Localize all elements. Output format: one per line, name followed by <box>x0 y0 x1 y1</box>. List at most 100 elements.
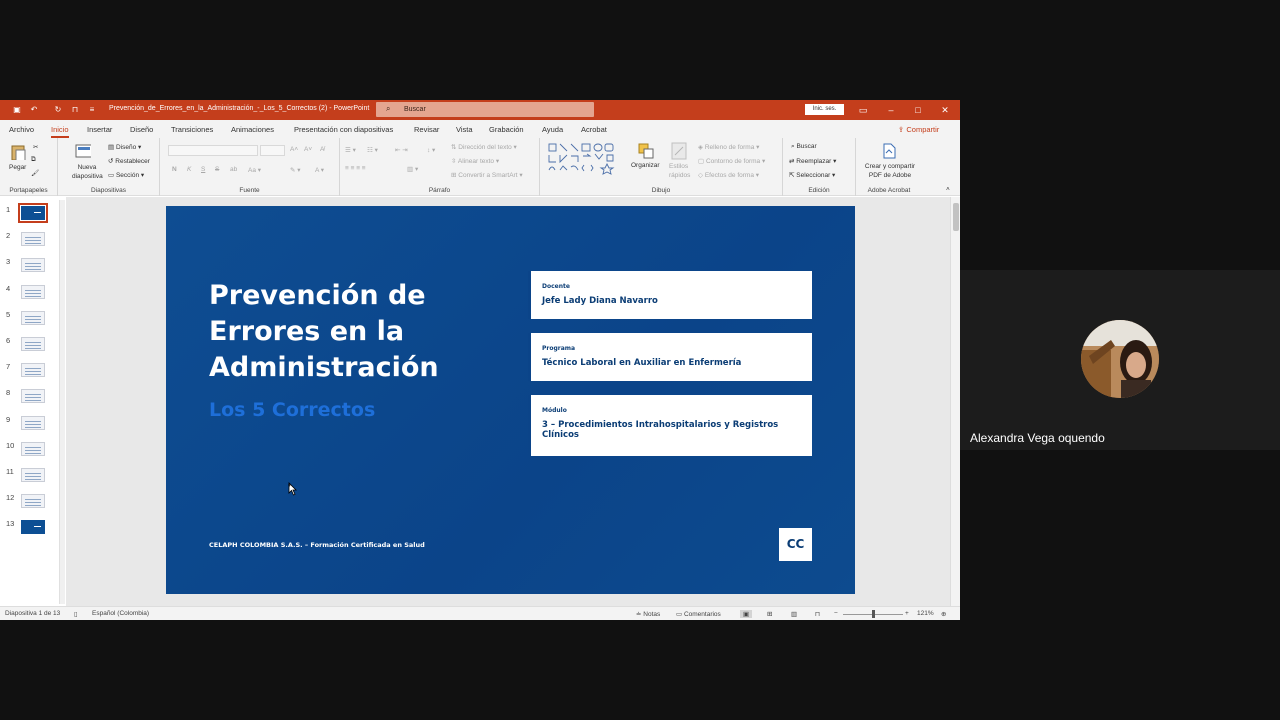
layout-button[interactable]: ▤ Diseño ▾ <box>108 143 141 151</box>
arrange-icon[interactable] <box>637 142 655 160</box>
columns-icon[interactable]: ▥ ▾ <box>407 165 418 173</box>
maximize-icon[interactable]: □ <box>911 103 925 117</box>
reading-view-icon[interactable]: ▥ <box>791 610 797 618</box>
slide-thumbnail[interactable] <box>21 363 45 378</box>
sign-in-button[interactable]: Inic. ses. <box>805 104 844 115</box>
slide-thumbnail[interactable] <box>21 337 45 351</box>
reset-button[interactable]: ↺ Restablecer <box>108 157 150 165</box>
slide-thumbnail[interactable] <box>21 389 45 404</box>
section-button[interactable]: ▭ Sección ▾ <box>108 171 144 179</box>
accessibility-icon[interactable]: ▯ <box>74 610 78 618</box>
notes-button[interactable]: ≐ Notas <box>636 610 660 618</box>
tab-acrobat[interactable]: Acrobat <box>581 125 607 134</box>
bold-button[interactable]: N <box>172 166 177 173</box>
shapes-gallery[interactable] <box>547 142 627 176</box>
smartart-button[interactable]: ⊞ Convertir a SmartArt ▾ <box>451 171 523 179</box>
tab-ayuda[interactable]: Ayuda <box>542 125 563 134</box>
ribbon-display-icon[interactable]: ▭ <box>856 103 870 117</box>
new-slide-icon[interactable] <box>75 143 91 159</box>
slide-thumbnail[interactable] <box>21 468 45 482</box>
zoom-level[interactable]: 121% <box>917 610 934 617</box>
italic-button[interactable]: K <box>187 166 191 173</box>
scrollbar-thumb[interactable] <box>953 203 959 231</box>
grow-font-icon[interactable]: A˄ <box>290 146 298 153</box>
slide-footer[interactable]: CELAPH COLOMBIA S.A.S. – Formación Certi… <box>209 541 425 549</box>
present-icon[interactable]: ⊓ <box>69 104 81 116</box>
slide-canvas[interactable]: Prevención de Errores en la Administraci… <box>166 206 855 594</box>
shape-outline-button[interactable]: ▢ Contorno de forma ▾ <box>698 157 765 165</box>
undo-icon[interactable]: ↶ <box>28 104 40 116</box>
indent-icons[interactable]: ⇤ ⇥ <box>395 146 408 154</box>
numbering-icon[interactable]: ☷ ▾ <box>367 146 378 154</box>
select-button[interactable]: ⇱ Seleccionar ▾ <box>789 171 835 179</box>
tab-diseno[interactable]: Diseño <box>130 125 153 134</box>
create-pdf-icon[interactable] <box>882 143 896 159</box>
shrink-font-icon[interactable]: A˅ <box>304 146 312 153</box>
change-case-icon[interactable]: Aa ▾ <box>248 166 261 174</box>
align-text-button[interactable]: ⇳ Alinear texto ▾ <box>451 157 499 165</box>
format-painter-icon[interactable]: 🖌 <box>31 169 39 177</box>
zoom-slider-thumb[interactable] <box>872 610 875 618</box>
font-name-select[interactable] <box>168 145 258 156</box>
slide-title[interactable]: Prevención de Errores en la Administraci… <box>209 278 509 386</box>
fit-slide-icon[interactable]: ⊕ <box>941 610 946 618</box>
bullets-icon[interactable]: ☰ ▾ <box>345 146 356 154</box>
clear-format-icon[interactable]: A̸ <box>320 146 324 153</box>
minimize-icon[interactable]: – <box>884 103 898 117</box>
zoom-out-icon[interactable]: − <box>834 610 838 617</box>
slide-thumbnail[interactable] <box>21 494 45 509</box>
quick-styles-icon[interactable] <box>671 142 687 160</box>
slide-thumbnail[interactable] <box>21 284 45 299</box>
tab-insertar[interactable]: Insertar <box>87 125 112 134</box>
find-button[interactable]: ⌕ Buscar <box>791 143 817 151</box>
slide-thumbnail[interactable] <box>21 310 45 325</box>
collapse-ribbon-icon[interactable]: ˄ <box>946 186 950 193</box>
zoom-in-icon[interactable]: + <box>905 610 909 617</box>
text-direction-button[interactable]: ⇅ Dirección del texto ▾ <box>451 143 517 151</box>
new-slide-button[interactable]: Nueva diapositiva <box>72 163 103 181</box>
highlight-icon[interactable]: ✎ ▾ <box>290 166 301 174</box>
participant-tile[interactable]: Alexandra Vega oquendo <box>960 270 1280 450</box>
line-spacing-icon[interactable]: ↕ ▾ <box>427 146 435 154</box>
search-box[interactable]: ⌕ Buscar <box>376 102 594 117</box>
program-card[interactable]: Programa Técnico Laboral en Auxiliar en … <box>528 333 812 381</box>
slide-thumbnail[interactable] <box>18 203 48 223</box>
slide-thumbnail[interactable] <box>21 520 45 535</box>
comments-button[interactable]: ▭ Comentarios <box>676 610 721 618</box>
share-button[interactable]: ⇪ Compartir <box>898 125 939 134</box>
thumbnails-scrollbar[interactable] <box>59 200 65 604</box>
tab-presentacion[interactable]: Presentación con diapositivas <box>294 125 393 134</box>
font-size-select[interactable] <box>260 145 285 156</box>
create-pdf-button[interactable]: Crear y compartir PDF de Adobe <box>860 162 920 180</box>
slide-sorter-icon[interactable]: ⊞ <box>767 610 772 618</box>
customize-toolbar-icon[interactable]: ≡ <box>86 104 98 116</box>
cut-icon[interactable]: ✂ <box>33 143 38 151</box>
copy-icon[interactable]: ⧉ <box>31 156 36 164</box>
normal-view-icon[interactable]: ▣ <box>740 610 753 618</box>
shape-fill-button[interactable]: ◈ Relleno de forma ▾ <box>698 143 759 151</box>
tab-revisar[interactable]: Revisar <box>414 125 439 134</box>
arrange-button[interactable]: Organizar <box>631 162 660 169</box>
tab-transiciones[interactable]: Transiciones <box>171 125 213 134</box>
module-card[interactable]: Módulo 3 – Procedimientos Intrahospitala… <box>528 395 812 456</box>
teacher-card[interactable]: Docente Jefe Lady Diana Navarro <box>528 271 812 319</box>
close-icon[interactable]: ✕ <box>938 103 952 117</box>
tab-animaciones[interactable]: Animaciones <box>231 125 274 134</box>
paste-button[interactable]: Pegar <box>9 164 26 171</box>
language-status[interactable]: Español (Colombia) <box>92 610 149 617</box>
underline-button[interactable]: S <box>201 166 205 173</box>
paste-icon[interactable] <box>10 144 26 160</box>
redo-icon[interactable]: ↻ <box>52 104 64 116</box>
font-color-icon[interactable]: A ▾ <box>315 166 324 174</box>
save-icon[interactable]: ▣ <box>11 104 23 116</box>
tab-grabacion[interactable]: Grabación <box>489 125 524 134</box>
slide-thumbnail[interactable] <box>21 441 45 456</box>
strike-button[interactable]: S <box>215 166 219 173</box>
shape-effects-button[interactable]: ◇ Efectos de forma ▾ <box>698 171 759 179</box>
align-icons[interactable]: ≡ ≡ ≡ ≡ <box>345 165 366 172</box>
tab-archivo[interactable]: Archivo <box>9 125 34 134</box>
replace-button[interactable]: ⇄ Reemplazar ▾ <box>789 157 836 165</box>
slide-subtitle[interactable]: Los 5 Correctos <box>209 399 375 421</box>
slide-thumbnail[interactable] <box>21 258 45 273</box>
tab-vista[interactable]: Vista <box>456 125 473 134</box>
